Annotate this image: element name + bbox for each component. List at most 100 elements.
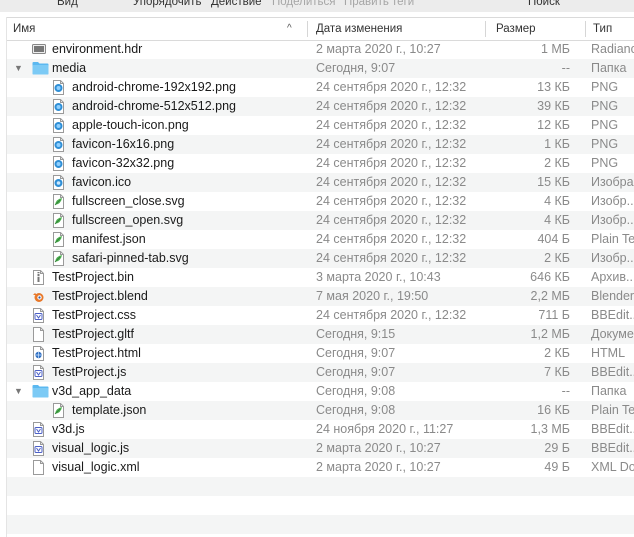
file-name: TestProject.js xyxy=(52,365,127,379)
file-date-modified: 24 сентября 2020 г., 12:32 xyxy=(316,118,467,132)
file-row[interactable]: favicon-32x32.png 24 сентября 2020 г., 12… xyxy=(6,154,634,173)
file-date-modified: 7 мая 2020 г., 19:50 xyxy=(316,289,429,303)
file-row[interactable]: manifest.json 24 сентября 2020 г., 12:32 4… xyxy=(6,230,634,249)
file-size: 2 КБ xyxy=(544,251,570,265)
file-size: 2 КБ xyxy=(544,346,570,360)
toolbar-edit-tags-button[interactable]: Править теги xyxy=(344,0,414,8)
file-date-modified: 24 сентября 2020 г., 12:32 xyxy=(316,251,467,265)
file-row[interactable]: TestProject.html Сегодня, 9:07 2 КБ HTML xyxy=(6,344,634,363)
file-row[interactable]: TestProject.js Сегодня, 9:07 7 КБ BBEdit... xyxy=(6,363,634,382)
file-size: 12 КБ xyxy=(537,118,570,132)
file-name: TestProject.html xyxy=(52,346,141,360)
file-row[interactable]: fullscreen_close.svg 24 сентября 2020 г.,… xyxy=(6,192,634,211)
toolbar-action-button[interactable]: Действие xyxy=(211,0,262,8)
file-date-modified: 2 марта 2020 г., 10:27 xyxy=(316,460,441,474)
file-row[interactable]: android-chrome-512x512.png 24 сентября 20… xyxy=(6,97,634,116)
column-header-date[interactable]: Дата изменения xyxy=(316,18,486,40)
file-size: 29 Б xyxy=(544,441,570,455)
column-header-type[interactable]: Тип xyxy=(593,18,634,40)
file-date-modified: Сегодня, 9:08 xyxy=(316,403,396,417)
toolbar-search-button[interactable]: Поиск xyxy=(528,0,560,8)
file-row[interactable]: fullscreen_open.svg 24 сентября 2020 г., … xyxy=(6,211,634,230)
file-name: v3d.js xyxy=(52,422,85,436)
folder-row[interactable]: ▼ media Сегодня, 9:07 -- Папка xyxy=(6,59,634,78)
file-date-modified: 24 ноября 2020 г., 11:27 xyxy=(316,422,454,436)
file-row[interactable]: environment.hdr 2 марта 2020 г., 10:27 1 М… xyxy=(6,40,634,59)
file-type: PNG xyxy=(591,80,619,94)
file-type: Докуме xyxy=(591,327,634,341)
file-name: fullscreen_open.svg xyxy=(72,213,184,227)
column-divider[interactable] xyxy=(307,21,308,37)
file-row[interactable]: favicon-16x16.png 24 сентября 2020 г., 12… xyxy=(6,135,634,154)
file-type: Blender xyxy=(591,289,634,303)
file-name: TestProject.blend xyxy=(52,289,148,303)
file-type: Изобра xyxy=(591,175,634,189)
column-header-name[interactable]: Имя xyxy=(13,18,283,40)
file-row[interactable]: v3d.js 24 ноября 2020 г., 11:27 1,3 МБ BBEd… xyxy=(6,420,634,439)
file-row[interactable]: TestProject.blend 7 мая 2020 г., 19:50 2,2… xyxy=(6,287,634,306)
file-size: 15 КБ xyxy=(537,175,570,189)
file-row[interactable]: TestProject.gltf Сегодня, 9:15 1,2 МБ Докум… xyxy=(6,325,634,344)
file-type: Изобр... xyxy=(591,194,634,208)
toolbar-arrange-button[interactable]: Упорядочить xyxy=(133,0,201,8)
file-size: 16 КБ xyxy=(537,403,570,417)
file-name: TestProject.gltf xyxy=(52,327,134,341)
file-type: Plain Te xyxy=(591,232,634,246)
file-name: environment.hdr xyxy=(52,42,143,56)
column-header-size[interactable]: Размер xyxy=(496,18,576,40)
disclosure-triangle-icon[interactable]: ▼ xyxy=(14,382,24,401)
file-row[interactable]: safari-pinned-tab.svg 24 сентября 2020 г.… xyxy=(6,249,634,268)
file-size: 39 КБ xyxy=(537,99,570,113)
file-type: Папка xyxy=(591,384,627,398)
file-size: -- xyxy=(561,61,570,75)
file-size: 1 КБ xyxy=(544,137,570,151)
file-row[interactable]: android-chrome-192x192.png 24 сентября 20… xyxy=(6,78,634,97)
file-date-modified: 2 марта 2020 г., 10:27 xyxy=(316,441,441,455)
file-date-modified: 24 сентября 2020 г., 12:32 xyxy=(316,232,467,246)
file-type: BBEdit... xyxy=(591,422,634,436)
file-row[interactable]: TestProject.bin 3 марта 2020 г., 10:43 646… xyxy=(6,268,634,287)
file-date-modified: 24 сентября 2020 г., 12:32 xyxy=(316,137,467,151)
column-divider[interactable] xyxy=(485,21,486,37)
file-type: Папка xyxy=(591,61,627,75)
file-type: PNG xyxy=(591,156,619,170)
file-name: visual_logic.xml xyxy=(52,460,140,474)
file-size: 404 Б xyxy=(537,232,570,246)
file-name: android-chrome-512x512.png xyxy=(72,99,236,113)
file-row[interactable]: TestProject.css 24 сентября 2020 г., 12:3… xyxy=(6,306,634,325)
file-name: safari-pinned-tab.svg xyxy=(72,251,189,265)
file-date-modified: 24 сентября 2020 г., 12:32 xyxy=(316,80,467,94)
file-row[interactable]: favicon.ico 24 сентября 2020 г., 12:32 15 … xyxy=(6,173,634,192)
folder-row[interactable]: ▼ v3d_app_data Сегодня, 9:08 -- Папка xyxy=(6,382,634,401)
column-divider[interactable] xyxy=(585,21,586,37)
file-name: media xyxy=(52,61,87,75)
file-date-modified: 2 марта 2020 г., 10:27 xyxy=(316,42,441,56)
file-type: Изобр... xyxy=(591,213,634,227)
file-size: 646 КБ xyxy=(530,270,570,284)
file-date-modified: Сегодня, 9:07 xyxy=(316,365,396,379)
file-name: favicon.ico xyxy=(72,175,132,189)
file-date-modified: 24 сентября 2020 г., 12:32 xyxy=(316,194,467,208)
file-date-modified: 3 марта 2020 г., 10:43 xyxy=(316,270,441,284)
file-date-modified: Сегодня, 9:07 xyxy=(316,346,396,360)
disclosure-triangle-icon[interactable]: ▼ xyxy=(14,59,24,78)
file-name: favicon-16x16.png xyxy=(72,137,175,151)
toolbar-view-button[interactable]: Вид xyxy=(57,0,78,8)
file-date-modified: Сегодня, 9:15 xyxy=(316,327,396,341)
file-type: PNG xyxy=(591,99,619,113)
file-size: 2,2 МБ xyxy=(530,289,570,303)
file-size: 13 КБ xyxy=(537,80,570,94)
file-type: PNG xyxy=(591,137,619,151)
file-list: environment.hdr 2 марта 2020 г., 10:27 1 М… xyxy=(6,40,634,534)
column-header: Имя ^ Дата изменения Размер Тип xyxy=(6,17,634,41)
sort-ascending-icon: ^ xyxy=(287,23,292,34)
file-date-modified: 24 сентября 2020 г., 12:32 xyxy=(316,308,467,322)
file-name: template.json xyxy=(72,403,147,417)
file-type: HTML xyxy=(591,346,626,360)
file-size: 7 КБ xyxy=(544,365,570,379)
file-row[interactable]: visual_logic.xml 2 марта 2020 г., 10:27 49… xyxy=(6,458,634,477)
toolbar-share-button[interactable]: Поделиться xyxy=(272,0,336,8)
file-row[interactable]: visual_logic.js 2 марта 2020 г., 10:27 29 … xyxy=(6,439,634,458)
file-row[interactable]: template.json Сегодня, 9:08 16 КБ Plain Te xyxy=(6,401,634,420)
file-row[interactable]: apple-touch-icon.png 24 сентября 2020 г.,… xyxy=(6,116,634,135)
